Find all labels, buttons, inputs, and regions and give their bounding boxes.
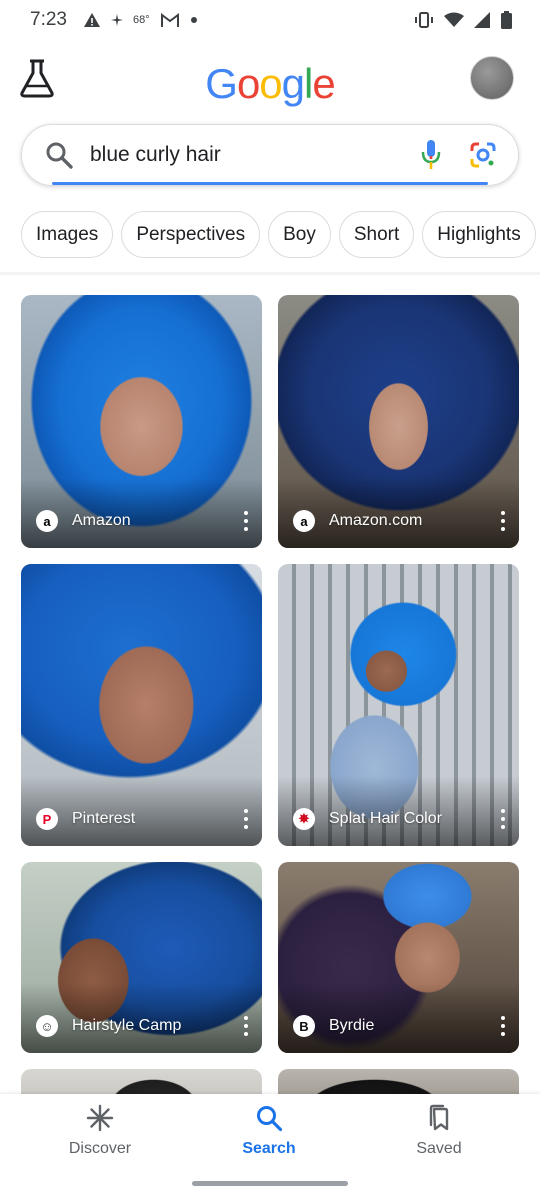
image-result-card[interactable]: B Byrdie [278, 862, 519, 1053]
source-name: Byrdie [329, 1017, 375, 1034]
image-result-card[interactable]: a Amazon.com [278, 295, 519, 548]
logo-letter: e [312, 60, 335, 107]
battery-icon [501, 11, 512, 29]
logo-letter: o [259, 60, 282, 107]
lens-button[interactable] [468, 140, 498, 170]
microphone-icon [421, 140, 441, 169]
chip-short[interactable]: Short [338, 211, 415, 258]
home-indicator[interactable] [192, 1181, 348, 1186]
pinterest-favicon-icon: P [36, 808, 58, 830]
source-name: Hairstyle Camp [72, 1017, 182, 1034]
more-options-button[interactable] [242, 1016, 250, 1036]
search-input[interactable] [90, 143, 416, 167]
more-options-button[interactable] [499, 809, 507, 829]
nav-label: Discover [68, 1140, 132, 1157]
image-result-card[interactable]: P Pinterest [21, 564, 262, 846]
nav-label: Saved [416, 1140, 462, 1157]
result-source: B Byrdie [293, 1015, 374, 1037]
source-name: Amazon.com [329, 512, 423, 529]
bookmarks-icon [429, 1104, 449, 1131]
nav-label: Search [242, 1140, 296, 1157]
result-source: P Pinterest [36, 808, 135, 830]
splat-favicon-icon: ✸ [293, 808, 315, 830]
status-temperature: 68° [132, 14, 150, 26]
dot-icon [190, 17, 197, 23]
image-result-card[interactable]: a Amazon [21, 295, 262, 548]
nav-saved[interactable]: Saved [379, 1104, 499, 1158]
google-logo: Google [0, 60, 540, 108]
source-name: Amazon [72, 512, 131, 529]
hairstyle-camp-favicon-icon: ☺ [36, 1015, 58, 1037]
more-options-button[interactable] [242, 511, 250, 531]
google-lens-icon [470, 142, 496, 168]
image-result-card[interactable]: ☺ Hairstyle Camp [21, 862, 262, 1053]
asterisk-icon [86, 1104, 114, 1132]
alert-icon [83, 13, 100, 27]
chip-highlights[interactable]: Highlights [422, 211, 536, 258]
wifi-icon [444, 12, 464, 27]
search-icon [44, 140, 74, 170]
nav-search[interactable]: Search [209, 1104, 329, 1158]
filter-chips: Images Perspectives Boy Short Highlights [21, 211, 540, 259]
chip-perspectives[interactable]: Perspectives [121, 211, 261, 258]
header: Google [0, 48, 540, 128]
more-options-button[interactable] [242, 809, 250, 829]
chip-images[interactable]: Images [21, 211, 114, 258]
account-avatar[interactable] [470, 56, 514, 100]
amazon-favicon-icon: a [36, 510, 58, 532]
source-name: Pinterest [72, 810, 136, 827]
search-box[interactable] [21, 124, 519, 186]
fan-icon [110, 14, 123, 26]
gmail-icon [160, 12, 179, 27]
status-time: 7:23 [30, 9, 67, 30]
voice-search-button[interactable] [416, 138, 446, 172]
logo-letter: o [236, 60, 260, 107]
search-icon [257, 1106, 283, 1132]
status-bar: 7:23 68° [0, 0, 540, 40]
source-name: Splat Hair Color [329, 810, 442, 827]
result-source: ✸ Splat Hair Color [293, 808, 442, 830]
bottom-navigation: Discover Search Saved [0, 1094, 540, 1200]
byrdie-favicon-icon: B [293, 1015, 315, 1037]
divider [0, 272, 540, 275]
more-options-button[interactable] [499, 1016, 507, 1036]
result-source: ☺ Hairstyle Camp [36, 1015, 181, 1037]
more-options-button[interactable] [499, 511, 507, 531]
result-source: a Amazon.com [293, 510, 422, 532]
amazon-favicon-icon: a [293, 510, 315, 532]
result-source: a Amazon [36, 510, 131, 532]
logo-letter: G [205, 60, 238, 107]
chip-boy[interactable]: Boy [268, 211, 331, 258]
image-result-card[interactable]: ✸ Splat Hair Color [278, 564, 519, 846]
nav-discover[interactable]: Discover [40, 1104, 160, 1158]
signal-icon [474, 12, 490, 28]
logo-letter: g [281, 60, 305, 107]
vibrate-icon [415, 12, 433, 28]
